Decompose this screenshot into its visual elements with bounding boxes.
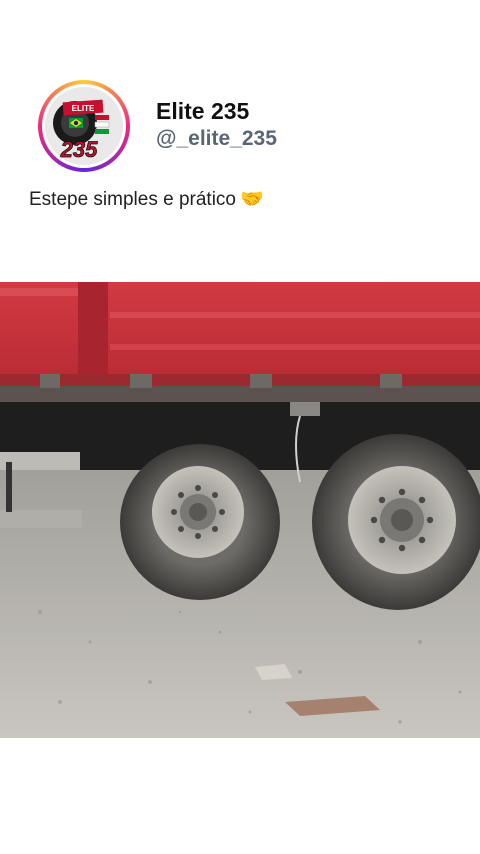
user-handle[interactable]: @_elite_235 xyxy=(156,126,277,152)
truck-photo xyxy=(0,282,480,738)
avatar-logo-icon: ELITE 235 xyxy=(45,87,123,165)
caption-text: Estepe simples e prático xyxy=(29,189,236,210)
avatar-story-ring[interactable]: ELITE 235 xyxy=(38,80,130,172)
post-caption: Estepe simples e prático 🤝 xyxy=(29,186,264,214)
post-media[interactable] xyxy=(0,282,480,738)
avatar-border: ELITE 235 xyxy=(42,84,126,168)
user-info: Elite 235 @_elite_235 xyxy=(156,97,277,152)
handshake-icon: 🤝 xyxy=(240,189,264,210)
display-name[interactable]: Elite 235 xyxy=(156,97,277,125)
avatar[interactable]: ELITE 235 xyxy=(45,87,123,165)
avatar-banner-text: ELITE xyxy=(72,104,95,113)
post-header: ELITE 235 Elite 235 @_elite_235 xyxy=(38,80,277,172)
avatar-logo-number: 235 xyxy=(60,137,98,162)
